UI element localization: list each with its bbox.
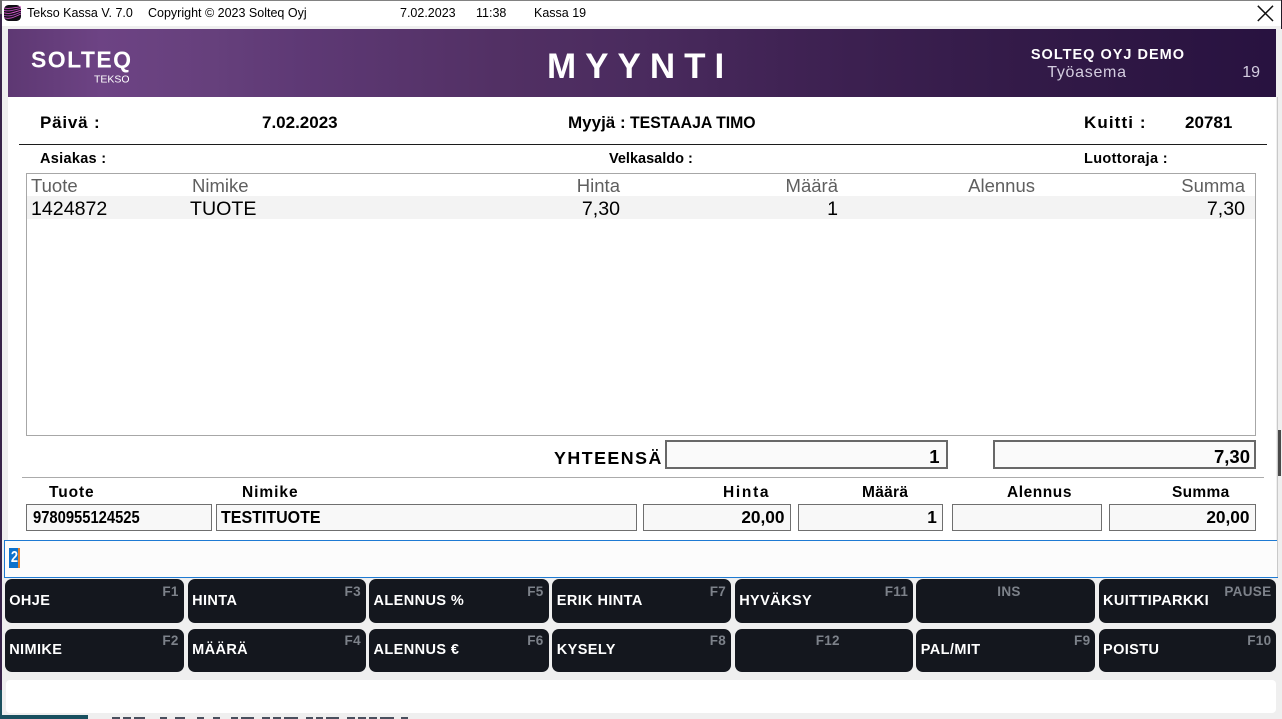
- svg-text:SOLTEQ: SOLTEQ: [31, 47, 131, 73]
- svg-text:TEKSO: TEKSO: [94, 74, 130, 86]
